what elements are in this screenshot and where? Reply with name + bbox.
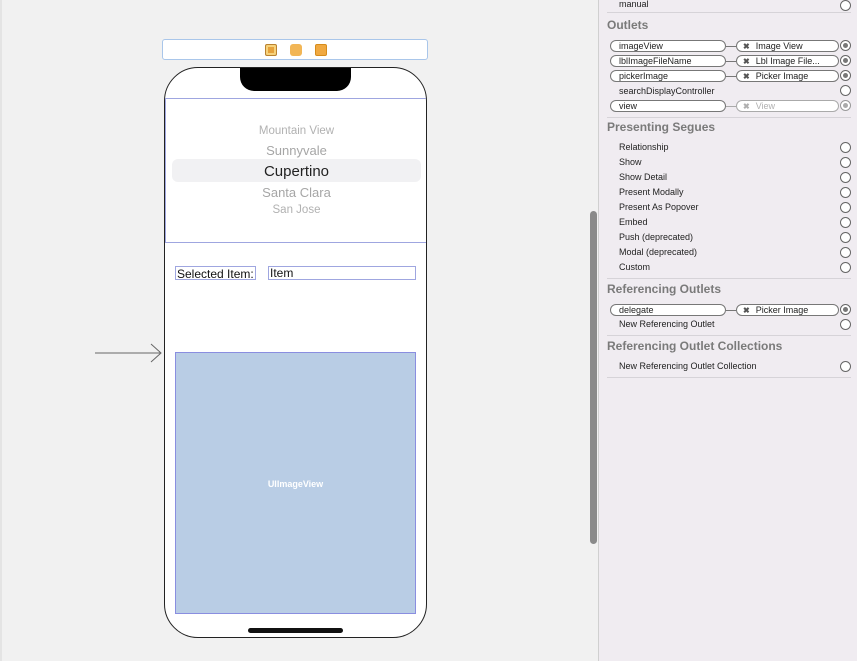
manual-connection-circle[interactable] bbox=[840, 0, 851, 11]
referencing-outlets-title: Referencing Outlets bbox=[607, 282, 722, 296]
image-view[interactable]: UIImageView bbox=[175, 352, 416, 614]
new-referencing-outlet: New Referencing Outlet bbox=[619, 319, 715, 329]
referencing-outlet-target[interactable]: ✖ Picker Image bbox=[736, 304, 839, 316]
segue-connection-circle[interactable] bbox=[840, 202, 851, 213]
entry-point-arrow-icon[interactable] bbox=[95, 343, 165, 363]
connection-line bbox=[726, 76, 736, 77]
outlet-target-label: Picker Image bbox=[755, 71, 809, 81]
new-referencing-outlet-circle[interactable] bbox=[840, 319, 851, 330]
picker-row[interactable]: San Jose bbox=[166, 204, 426, 216]
connections-inspector: manual Outlets imageView ✖ Image View lbl… bbox=[598, 0, 857, 661]
divider bbox=[607, 377, 851, 378]
outlet-imageview[interactable]: imageView bbox=[610, 40, 726, 52]
outlet-connection-circle[interactable] bbox=[840, 70, 851, 81]
remove-connection-icon[interactable]: ✖ bbox=[743, 72, 750, 81]
picker-row[interactable]: Mountain View bbox=[166, 125, 426, 137]
segue-push: Push (deprecated) bbox=[619, 232, 694, 242]
outlets-title: Outlets bbox=[607, 18, 649, 32]
storyboard-canvas[interactable]: Mountain View Sunnyvale Cupertino Santa … bbox=[0, 0, 598, 661]
outlet-searchdisplaycontroller: searchDisplayController bbox=[619, 86, 715, 96]
remove-connection-icon[interactable]: ✖ bbox=[743, 102, 750, 111]
outlet-connection-circle[interactable] bbox=[840, 55, 851, 66]
segue-show: Show bbox=[619, 157, 642, 167]
picker-row[interactable]: Santa Clara bbox=[166, 185, 426, 200]
selected-item-label[interactable]: Selected Item: bbox=[175, 266, 256, 281]
segue-connection-circle[interactable] bbox=[840, 142, 851, 153]
connection-line bbox=[726, 61, 736, 62]
manual-label: manual bbox=[619, 0, 649, 9]
view-controller-icon[interactable] bbox=[265, 44, 277, 56]
outlet-target-imageview[interactable]: ✖ Image View bbox=[736, 40, 839, 52]
picker-row[interactable]: Sunnyvale bbox=[166, 143, 426, 158]
divider bbox=[607, 278, 851, 279]
connection-line bbox=[726, 46, 736, 47]
outlet-target-lblimagefilename[interactable]: ✖ Lbl Image File... bbox=[736, 55, 839, 67]
new-referencing-outlet-collection: New Referencing Outlet Collection bbox=[619, 361, 757, 371]
segue-connection-circle[interactable] bbox=[840, 232, 851, 243]
exit-icon[interactable] bbox=[315, 44, 327, 56]
segue-custom: Custom bbox=[619, 262, 651, 272]
outlet-pickerimage[interactable]: pickerImage bbox=[610, 70, 726, 82]
segue-connection-circle[interactable] bbox=[840, 157, 851, 168]
item-label[interactable]: Item bbox=[268, 266, 416, 280]
outlet-connection-circle[interactable] bbox=[840, 40, 851, 51]
divider bbox=[607, 117, 851, 118]
segue-embed: Embed bbox=[619, 217, 648, 227]
presenting-segues-title: Presenting Segues bbox=[607, 120, 716, 134]
referencing-outlet-collections-title: Referencing Outlet Collections bbox=[607, 339, 783, 353]
segue-modal: Modal (deprecated) bbox=[619, 247, 698, 257]
remove-connection-icon[interactable]: ✖ bbox=[743, 306, 750, 315]
outlet-target-view[interactable]: ✖ View bbox=[736, 100, 839, 112]
segue-connection-circle[interactable] bbox=[840, 187, 851, 198]
segue-connection-circle[interactable] bbox=[840, 217, 851, 228]
connection-line bbox=[726, 310, 736, 311]
segue-present-modally: Present Modally bbox=[619, 187, 684, 197]
divider bbox=[607, 335, 851, 336]
home-indicator bbox=[248, 628, 343, 633]
segue-relationship: Relationship bbox=[619, 142, 669, 152]
image-view-placeholder-label: UIImageView bbox=[267, 479, 324, 489]
connection-line bbox=[726, 106, 736, 107]
picker-view[interactable]: Mountain View Sunnyvale Cupertino Santa … bbox=[165, 98, 426, 243]
outlet-target-label: Image View bbox=[755, 41, 803, 51]
outlet-connection-circle[interactable] bbox=[840, 100, 851, 111]
remove-connection-icon[interactable]: ✖ bbox=[743, 57, 750, 66]
first-responder-icon[interactable] bbox=[290, 44, 302, 56]
outlet-connection-circle[interactable] bbox=[840, 85, 851, 96]
iphone-scene[interactable]: Mountain View Sunnyvale Cupertino Santa … bbox=[164, 67, 427, 638]
segue-connection-circle[interactable] bbox=[840, 172, 851, 183]
picker-row-selected[interactable]: Cupertino bbox=[166, 163, 426, 180]
outlet-target-label: Lbl Image File... bbox=[755, 56, 820, 66]
outlet-target-label: View bbox=[755, 101, 776, 111]
scene-dock[interactable] bbox=[162, 39, 428, 60]
outlet-target-pickerimage[interactable]: ✖ Picker Image bbox=[736, 70, 839, 82]
outlet-lblimagefilename[interactable]: lblImageFileName bbox=[610, 55, 726, 67]
referencing-outlet-target-label: Picker Image bbox=[755, 305, 809, 315]
canvas-scrollbar[interactable] bbox=[590, 211, 597, 544]
segue-connection-circle[interactable] bbox=[840, 262, 851, 273]
segue-present-as-popover: Present As Popover bbox=[619, 202, 699, 212]
new-referencing-outlet-collection-circle[interactable] bbox=[840, 361, 851, 372]
segue-connection-circle[interactable] bbox=[840, 247, 851, 258]
referencing-outlet-delegate[interactable]: delegate bbox=[610, 304, 726, 316]
outlet-view[interactable]: view bbox=[610, 100, 726, 112]
remove-connection-icon[interactable]: ✖ bbox=[743, 42, 750, 51]
device-notch bbox=[240, 68, 351, 91]
segue-show-detail: Show Detail bbox=[619, 172, 668, 182]
divider bbox=[607, 12, 851, 13]
referencing-outlet-circle[interactable] bbox=[840, 304, 851, 315]
